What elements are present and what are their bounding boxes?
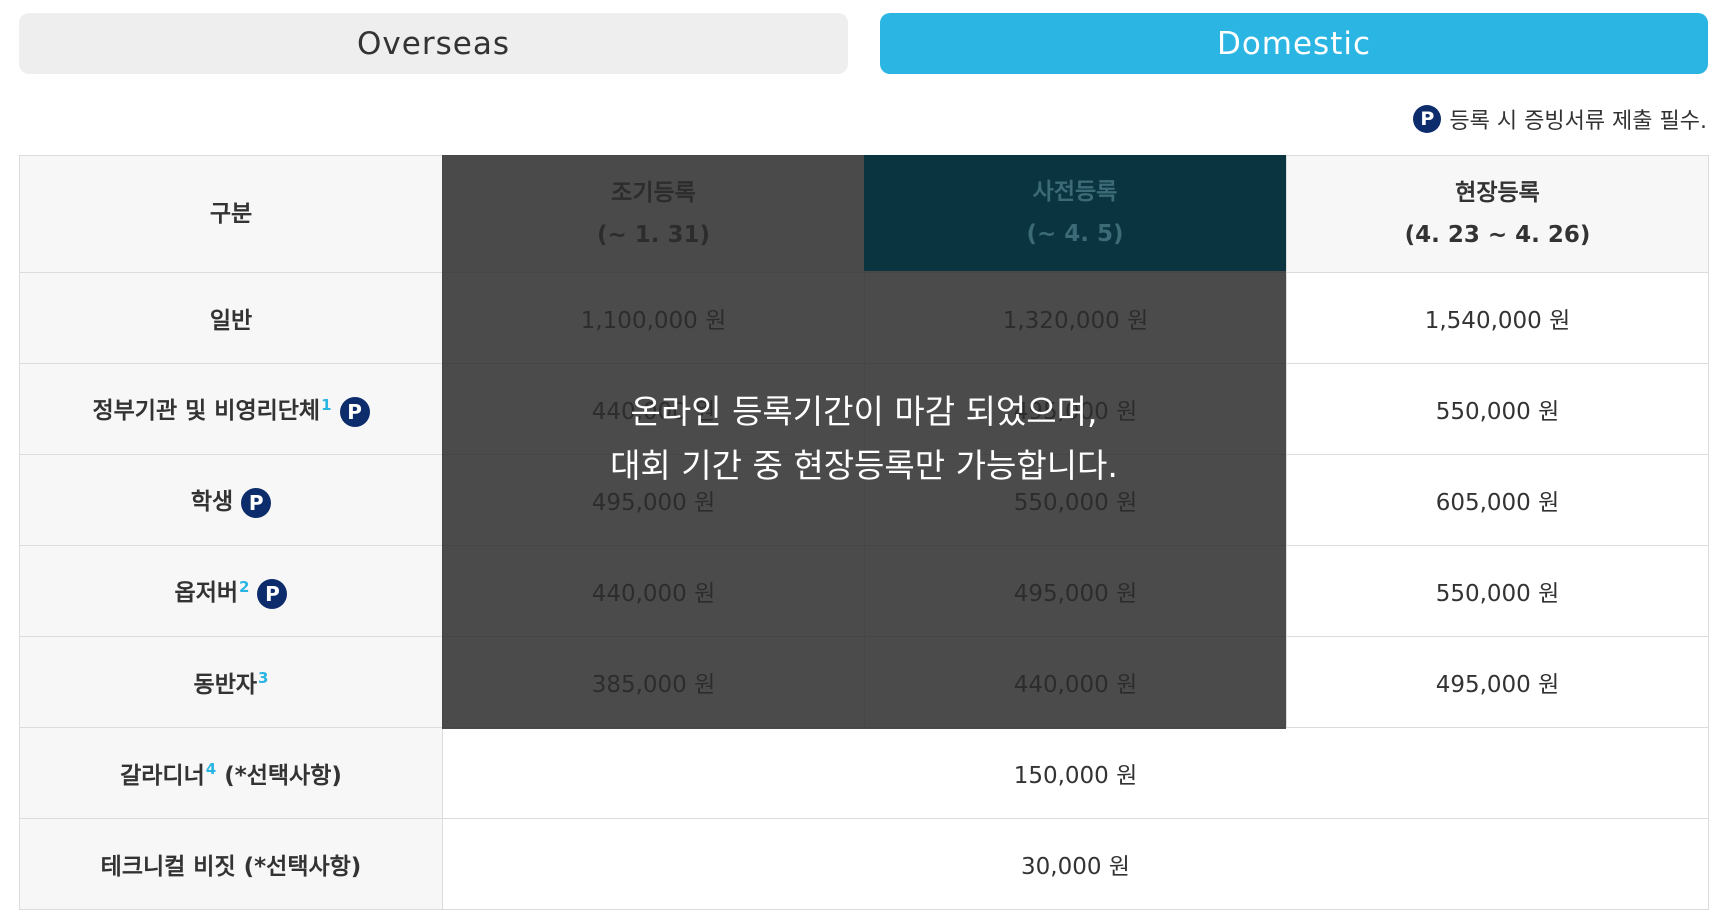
proof-required-icon: P [241, 487, 272, 518]
table-row: 일반 1,100,000 원 1,320,000 원 1,540,000 원 [19, 272, 1709, 364]
category-label: 옵저버 [174, 580, 239, 607]
header-onsite-label: 현장등록 [1455, 180, 1540, 206]
category-label: 갈라디너 [120, 763, 205, 789]
table-row: 학생 P 495,000 원 550,000 원 605,000 원 [19, 454, 1709, 546]
proof-required-icon: P [257, 578, 288, 609]
row-category: 옵저버2 P [19, 545, 443, 637]
header-early-label: 조기등록 [611, 180, 696, 206]
fee-table: 구분 조기등록 (~ 1. 31) 사전등록 (~ 4. 5) 현장등록 (4.… [19, 155, 1709, 910]
category-label: 정부기관 및 비영리단체 [92, 398, 321, 425]
footnote-marker[interactable]: 1 [321, 396, 331, 414]
price-early: 440,000 원 [442, 363, 865, 455]
row-category: 일반 [19, 272, 443, 364]
header-pre: 사전등록 (~ 4. 5) [864, 155, 1287, 273]
price-onsite: 1,540,000 원 [1286, 272, 1709, 364]
row-category: 갈라디너4 (*선택사항) [19, 727, 443, 819]
price-pre: 440,000 원 [864, 636, 1287, 728]
header-category: 구분 [19, 155, 443, 273]
price-pre: 550,000 원 [864, 454, 1287, 546]
document-required-note: P 등록 시 증빙서류 제출 필수. [1413, 104, 1707, 134]
row-category: 테크니컬 비짓 (*선택사항) [19, 818, 443, 910]
category-label: 동반자 [193, 672, 258, 698]
price-early: 440,000 원 [442, 545, 865, 637]
row-category: 정부기관 및 비영리단체1 P [19, 363, 443, 455]
header-onsite-period: (4. 23 ~ 4. 26) [1404, 222, 1591, 248]
tab-overseas[interactable]: Overseas [19, 13, 848, 74]
price-onsite: 495,000 원 [1286, 636, 1709, 728]
category-label: 일반 [209, 308, 253, 334]
price-early: 1,100,000 원 [442, 272, 865, 364]
registration-tabs: Overseas Domestic [19, 13, 1708, 74]
category-label: 테크니컬 비짓 [100, 854, 236, 880]
row-category: 학생 P [19, 454, 443, 546]
footnote-marker[interactable]: 2 [239, 578, 249, 596]
header-pre-label-base: 사전등록 [1033, 180, 1118, 206]
header-early-period: (~ 1. 31) [596, 222, 711, 248]
header-onsite: 현장등록 (4. 23 ~ 4. 26) [1286, 155, 1709, 273]
table-row: 갈라디너4 (*선택사항) 150,000 원 [19, 727, 1709, 819]
header-early: 조기등록 (~ 1. 31) [442, 155, 865, 273]
footnote-marker[interactable]: 3 [258, 669, 268, 687]
price-pre: 495,000 원 [864, 545, 1287, 637]
table-row: 정부기관 및 비영리단체1 P 440,000 원 495,000 원 550,0… [19, 363, 1709, 455]
price-early: 495,000 원 [442, 454, 865, 546]
header-pre-period-base: (~ 4. 5) [1026, 222, 1125, 248]
price-pre: 1,320,000 원 [864, 272, 1287, 364]
price-pre: 495,000 원 [864, 363, 1287, 455]
table-row: 테크니컬 비짓 (*선택사항) 30,000 원 [19, 818, 1709, 910]
price-early: 385,000 원 [442, 636, 865, 728]
table-header-row: 구분 조기등록 (~ 1. 31) 사전등록 (~ 4. 5) 현장등록 (4.… [19, 155, 1709, 273]
price-onsite: 550,000 원 [1286, 545, 1709, 637]
row-category: 동반자3 [19, 636, 443, 728]
price-technical-visit: 30,000 원 [442, 818, 1709, 910]
category-label: 학생 [190, 489, 234, 516]
proof-required-icon: P [339, 396, 370, 427]
price-onsite: 605,000 원 [1286, 454, 1709, 546]
footnote-marker[interactable]: 4 [206, 760, 216, 778]
table-row: 동반자3 385,000 원 440,000 원 495,000 원 [19, 636, 1709, 728]
table-row: 옵저버2 P 440,000 원 495,000 원 550,000 원 [19, 545, 1709, 637]
optional-label: (*선택사항) [235, 854, 362, 880]
price-onsite: 550,000 원 [1286, 363, 1709, 455]
note-text: 등록 시 증빙서류 제출 필수. [1449, 109, 1707, 134]
price-gala-dinner: 150,000 원 [442, 727, 1709, 819]
tab-domestic[interactable]: Domestic [880, 13, 1708, 74]
proof-required-icon: P [1413, 105, 1442, 133]
optional-label: (*선택사항) [216, 763, 342, 789]
